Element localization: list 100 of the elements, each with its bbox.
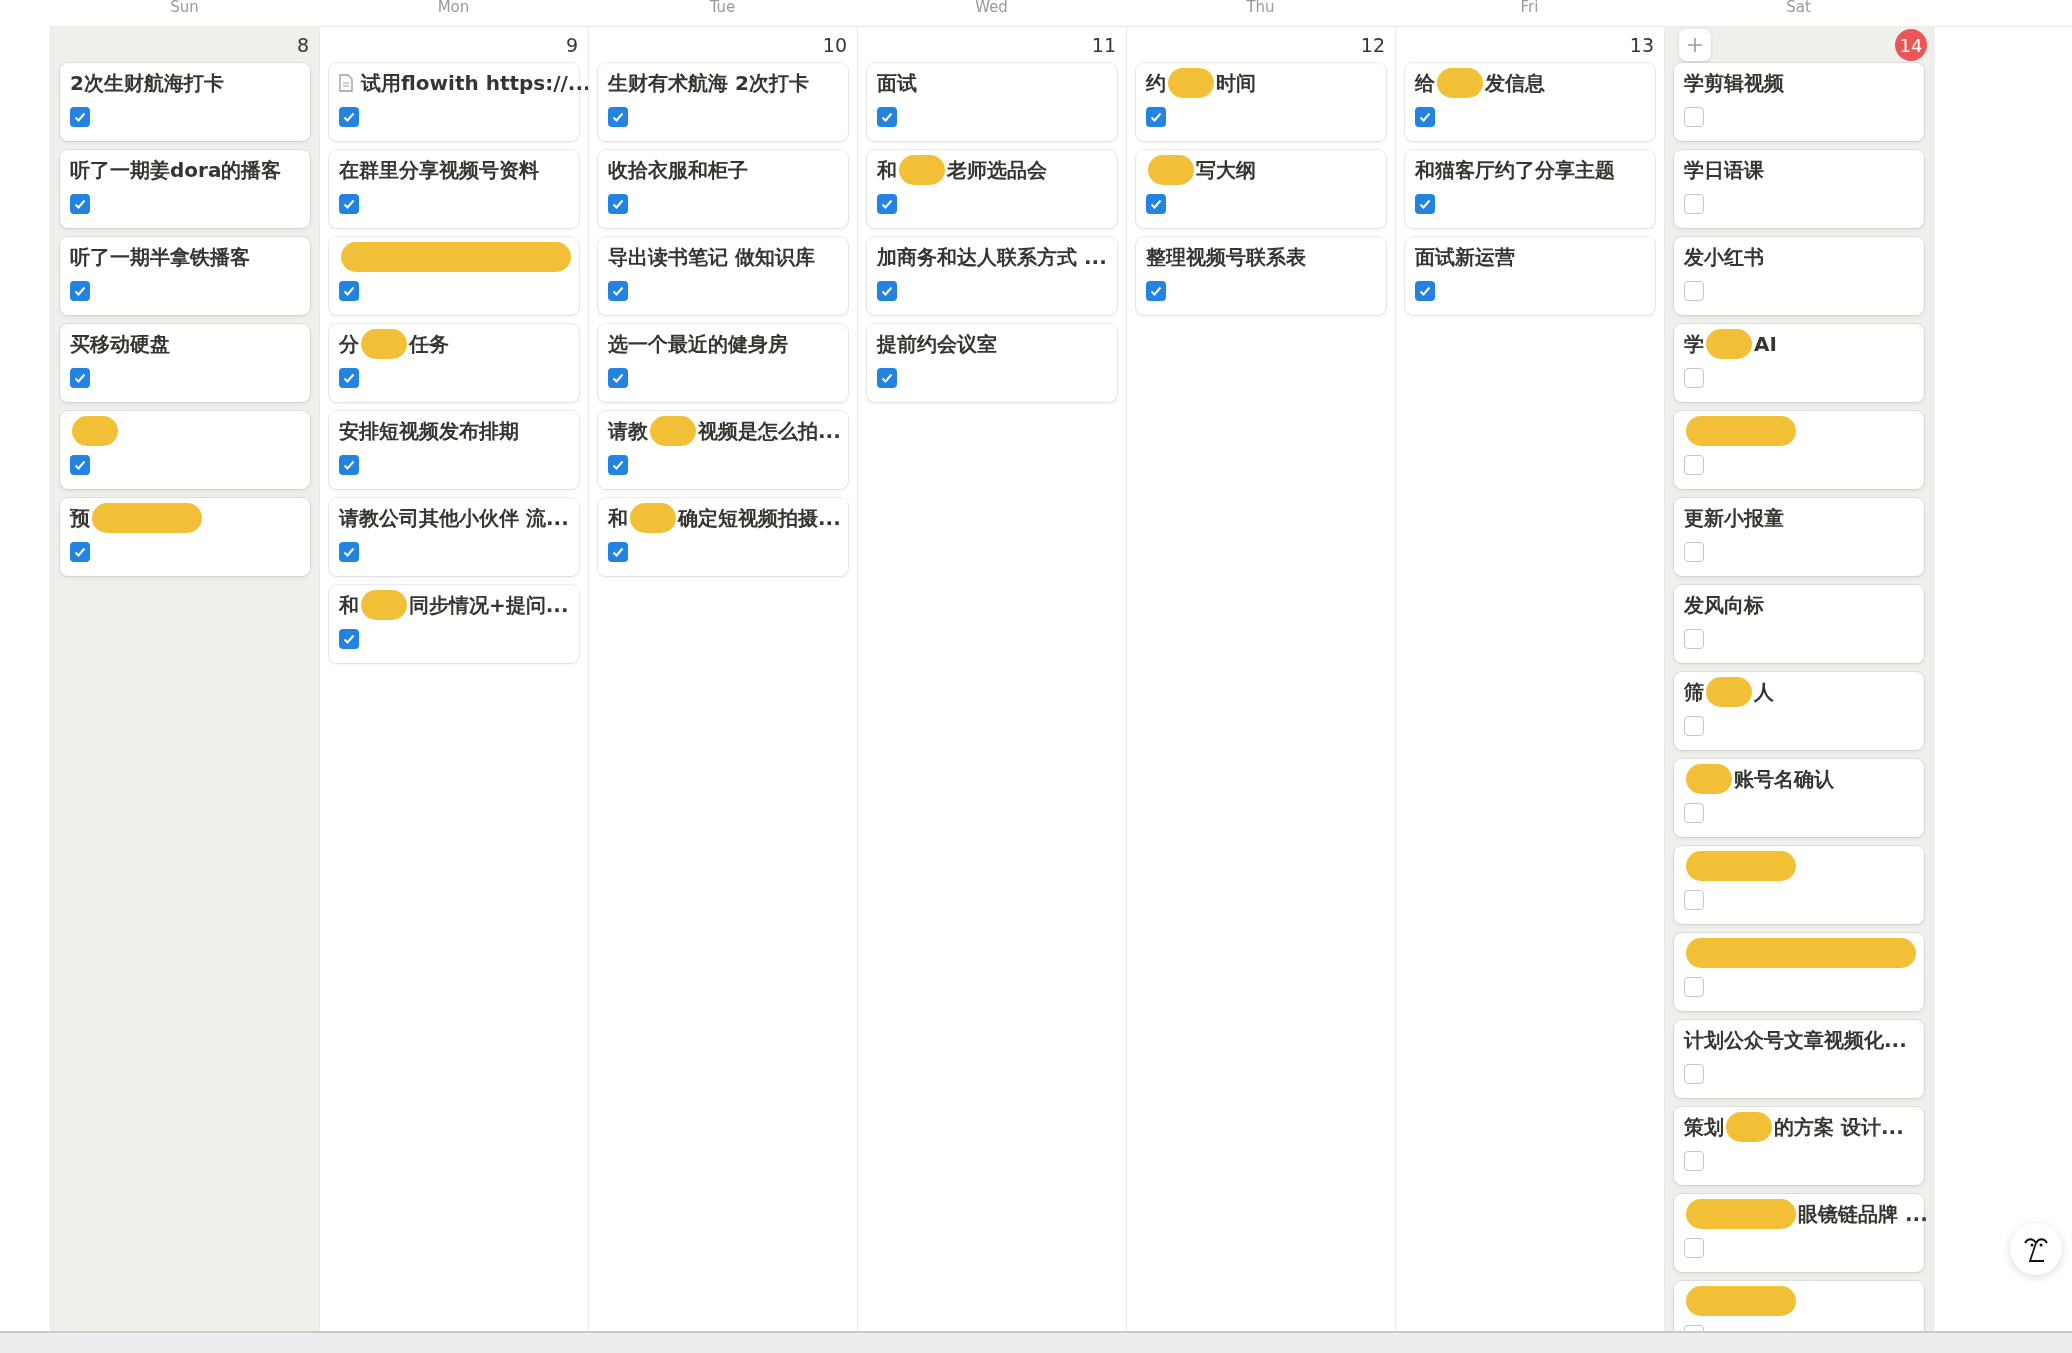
task-card[interactable]: 学日语课 xyxy=(1674,150,1924,228)
task-card[interactable]: 写大纲 xyxy=(1136,150,1386,228)
task-card[interactable]: 听了一期半拿铁播客 xyxy=(60,237,310,315)
checkbox[interactable] xyxy=(1684,368,1704,388)
checkbox[interactable] xyxy=(608,281,628,301)
checkbox[interactable] xyxy=(70,281,90,301)
checkbox[interactable] xyxy=(339,629,359,649)
add-button[interactable] xyxy=(1679,29,1711,61)
task-title: 策划 xyxy=(1684,1113,1724,1141)
task-card[interactable]: 请教 视频是怎么拍... xyxy=(598,411,848,489)
checkbox[interactable] xyxy=(339,368,359,388)
task-card[interactable]: 听了一期姜dora的播客 xyxy=(60,150,310,228)
checkbox[interactable] xyxy=(877,368,897,388)
task-title: 提前约会议室 xyxy=(877,330,997,358)
checkbox[interactable] xyxy=(1684,194,1704,214)
checkbox[interactable] xyxy=(339,281,359,301)
checkbox[interactable] xyxy=(1684,803,1704,823)
checkmark-icon xyxy=(342,110,356,124)
task-title: 安排短视频发布排期 xyxy=(339,417,519,445)
checkbox[interactable] xyxy=(1684,1064,1704,1084)
task-title: 听了一期姜dora的播客 xyxy=(70,156,282,184)
task-card[interactable]: 收拾衣服和柜子 xyxy=(598,150,848,228)
checkmark-icon xyxy=(880,284,894,298)
checkbox[interactable] xyxy=(339,107,359,127)
task-card[interactable]: 发小红书 xyxy=(1674,237,1924,315)
task-title: 买移动硬盘 xyxy=(70,330,170,358)
checkbox[interactable] xyxy=(1684,629,1704,649)
checkbox[interactable] xyxy=(608,194,628,214)
task-card[interactable]: 和 老师选品会 xyxy=(867,150,1117,228)
task-card[interactable]: 计划公众号文章视频化... xyxy=(1674,1020,1924,1098)
task-card[interactable]: 和 确定短视频拍摄... xyxy=(598,498,848,576)
checkbox[interactable] xyxy=(877,107,897,127)
checkbox[interactable] xyxy=(1146,107,1166,127)
checkbox[interactable] xyxy=(339,542,359,562)
checkbox[interactable] xyxy=(608,368,628,388)
checkbox[interactable] xyxy=(70,455,90,475)
checkmark-icon xyxy=(1418,110,1432,124)
task-card[interactable]: 和猫客厅约了分享主题 xyxy=(1405,150,1655,228)
checkbox[interactable] xyxy=(1146,194,1166,214)
checkbox[interactable] xyxy=(70,107,90,127)
task-title: 筛 xyxy=(1684,678,1704,706)
task-card[interactable]: 面试新运营 xyxy=(1405,237,1655,315)
task-card[interactable]: 预 xyxy=(60,498,310,576)
checkbox[interactable] xyxy=(1684,716,1704,736)
checkmark-icon xyxy=(342,545,356,559)
checkmark-icon xyxy=(73,197,87,211)
task-card[interactable]: 整理视频号联系表 xyxy=(1136,237,1386,315)
task-card[interactable]: 生财有术航海 2次打卡 xyxy=(598,63,848,141)
task-card[interactable]: 和 同步情况+提问... xyxy=(329,585,579,663)
checkbox[interactable] xyxy=(1146,281,1166,301)
task-card[interactable]: 2次生财航海打卡 xyxy=(60,63,310,141)
checkbox[interactable] xyxy=(1684,977,1704,997)
task-card[interactable]: 买移动硬盘 xyxy=(60,324,310,402)
checkbox[interactable] xyxy=(70,542,90,562)
checkbox[interactable] xyxy=(339,455,359,475)
task-card[interactable]: 筛 人 xyxy=(1674,672,1924,750)
task-card[interactable]: 在群里分享视频号资料 xyxy=(329,150,579,228)
checkmark-icon xyxy=(880,197,894,211)
task-title: 的方案 设计... xyxy=(1774,1113,1904,1141)
checkbox[interactable] xyxy=(1684,281,1704,301)
checkbox[interactable] xyxy=(1415,194,1435,214)
weekday-label: Wed xyxy=(974,0,1009,14)
checkbox[interactable] xyxy=(339,194,359,214)
task-title: 发风向标 xyxy=(1684,591,1764,619)
task-title: 分 xyxy=(339,330,359,358)
checkbox[interactable] xyxy=(877,194,897,214)
checkbox[interactable] xyxy=(1684,107,1704,127)
checkbox[interactable] xyxy=(608,542,628,562)
task-card[interactable]: 提前约会议室 xyxy=(867,324,1117,402)
task-title: 整理视频号联系表 xyxy=(1146,243,1306,271)
task-card[interactable]: 发风向标 xyxy=(1674,585,1924,663)
task-card[interactable]: 导出读书笔记 做知识库 xyxy=(598,237,848,315)
task-card[interactable]: 学 AI xyxy=(1674,324,1924,402)
checkbox[interactable] xyxy=(70,368,90,388)
checkbox[interactable] xyxy=(1684,455,1704,475)
task-card[interactable]: 眼镜链品牌 ... xyxy=(1674,1194,1924,1272)
checkbox[interactable] xyxy=(1415,281,1435,301)
task-card[interactable]: 面试 xyxy=(867,63,1117,141)
assistant-button[interactable] xyxy=(2010,1223,2062,1275)
checkbox[interactable] xyxy=(1684,542,1704,562)
task-card[interactable]: 给 发信息 xyxy=(1405,63,1655,141)
checkbox[interactable] xyxy=(1684,1238,1704,1258)
checkbox[interactable] xyxy=(1684,1151,1704,1171)
task-card[interactable]: 更新小报童 xyxy=(1674,498,1924,576)
task-card[interactable]: 安排短视频发布排期 xyxy=(329,411,579,489)
checkbox[interactable] xyxy=(608,107,628,127)
task-card[interactable]: 请教公司其他小伙伴 流... xyxy=(329,498,579,576)
checkbox[interactable] xyxy=(1684,890,1704,910)
task-title: 2次生财航海打卡 xyxy=(70,69,224,97)
checkbox[interactable] xyxy=(1415,107,1435,127)
task-card[interactable]: 学剪辑视频 xyxy=(1674,63,1924,141)
checkbox[interactable] xyxy=(608,455,628,475)
task-card[interactable]: 分 任务 xyxy=(329,324,579,402)
checkbox[interactable] xyxy=(70,194,90,214)
task-card[interactable]: 账号名确认 xyxy=(1674,759,1924,837)
task-card[interactable]: 选一个最近的健身房 xyxy=(598,324,848,402)
task-card[interactable]: 约 时间 xyxy=(1136,63,1386,141)
checkbox[interactable] xyxy=(877,281,897,301)
task-card[interactable]: 策划 的方案 设计... xyxy=(1674,1107,1924,1185)
task-card[interactable]: 加商务和达人联系方式 ... xyxy=(867,237,1117,315)
